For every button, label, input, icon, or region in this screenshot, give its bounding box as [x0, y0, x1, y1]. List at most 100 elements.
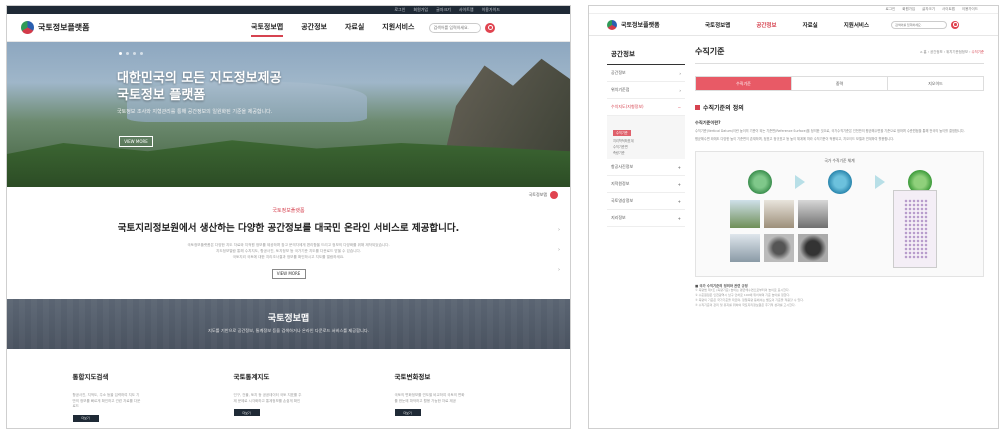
definition-paragraph: 평균해수면 외에도 다양한 높이 기준면이 존재하며, 정표고 정규표고 등 높…: [695, 137, 895, 142]
band-title: 국토정보맵: [267, 314, 310, 324]
plus-icon: +: [677, 215, 681, 221]
service-list: 통합지도검색 항공사진, 지적도, 주소 등을 입력하여 지도 기반의 정보를 …: [7, 349, 570, 422]
sub-page-body: 공간정보 공간정보 › 위치기준점 › 수치지도(지형정보) − 수직기준 지리…: [589, 36, 998, 308]
breadcrumb-current: 수직기준: [971, 50, 984, 54]
side-nav-item[interactable]: 지리정보 +: [607, 210, 685, 227]
search-input[interactable]: [891, 20, 948, 29]
plus-icon: +: [677, 164, 681, 170]
intro-kicker: 국토정보플랫폼: [272, 208, 305, 214]
global-nav: 국토정보플랫폼 국토정보맵 공간정보 자료실 지원서비스: [7, 14, 570, 42]
side-nav-item[interactable]: 국토영상정보 +: [607, 193, 685, 210]
intro-title: 국토지리정보원에서 생산하는 다양한 공간정보를 대국민 온라인 서비스로 제공…: [117, 223, 460, 234]
section-title-text: 수직기준의 정의: [703, 105, 744, 112]
screenshot-canvas: 로그인 회원가입 글자크기 사이트맵 이용가이드 국토정보플랫폼 국토정보맵 공…: [0, 0, 1003, 430]
menu-item-library[interactable]: 자료실: [803, 21, 818, 29]
chevron-right-icon[interactable]: ›: [558, 267, 560, 273]
slider-dot[interactable]: [140, 52, 143, 55]
side-nav-item-label: 공간정보: [611, 70, 626, 75]
note-line: ④ 수직기준의 관리 및 유지를 위하여 국토지리정보원은 주기적 성과를 고시…: [695, 302, 796, 307]
figure-photos: [696, 228, 983, 262]
section-title: 수직기준의 정의: [695, 103, 984, 112]
figure-caption: 국가 수직기준 체계: [824, 157, 855, 163]
utility-bar: 로그인 회원가입 글자크기 사이트맵 이용가이드: [589, 6, 998, 14]
side-nav-item[interactable]: 항공사진정보 +: [607, 159, 685, 176]
hero-banner: 대한민국의 모든 지도정보제공 국토정보 플랫폼 국토정보 조사와 지형관리를 …: [7, 42, 570, 187]
regulation-notes: ■ 국가 수직기준의 정의와 관련 규정 ① 측량법 제7조 (측량기준) 높이…: [695, 283, 984, 308]
util-link[interactable]: 글자크기: [922, 7, 935, 12]
side-nav-item-label: 지적원정보: [611, 181, 630, 186]
side-nav-item-active[interactable]: 수치지도(지형정보) −: [607, 99, 685, 116]
menu-item-spatial-info[interactable]: 공간정보: [301, 19, 327, 37]
benchmark-photo: [798, 233, 828, 262]
menu-item-national-map[interactable]: 국토정보맵: [251, 19, 284, 37]
side-nav-subitem-active[interactable]: 수직기준: [613, 130, 631, 136]
menu-item-support[interactable]: 지원서비스: [382, 19, 414, 37]
breadcrumb-item[interactable]: 홈: [924, 50, 927, 54]
service-card: 통합지도검색 항공사진, 지적도, 주소 등을 입력하여 지도 기반의 정보를 …: [72, 371, 183, 422]
site-logo[interactable]: 국토정보플랫폼: [21, 21, 251, 34]
util-link[interactable]: 로그인: [886, 7, 896, 12]
util-link[interactable]: 사이트맵: [942, 7, 955, 12]
util-link[interactable]: 회원가입: [902, 7, 915, 12]
slider-dot[interactable]: [126, 52, 129, 55]
slider-dot[interactable]: [133, 52, 136, 55]
chevron-right-icon[interactable]: ›: [558, 227, 560, 233]
intro-badge[interactable]: 국토정보맵: [529, 191, 558, 199]
chevron-right-icon[interactable]: ›: [558, 247, 560, 253]
service-title: 통합지도검색: [72, 373, 109, 381]
util-link[interactable]: 이용가이드: [482, 7, 500, 13]
search-icon[interactable]: [484, 22, 495, 33]
util-link[interactable]: 글자크기: [436, 7, 451, 13]
side-nav-item[interactable]: 공간정보 ›: [607, 65, 685, 82]
benchmark-map: [893, 189, 937, 268]
util-link[interactable]: 사이트맵: [459, 7, 474, 13]
definition-paragraph: 수직기준(Vertical Datum)이란 높이의 기준이 되는 기준면(Re…: [695, 129, 965, 133]
service-more-button[interactable]: 더보기: [394, 409, 421, 416]
benchmark-photo: [764, 199, 794, 228]
benchmark-photo: [798, 199, 828, 228]
tab-geoid[interactable]: 지오이드: [888, 77, 983, 90]
search-input[interactable]: [428, 22, 481, 33]
menu-item-library[interactable]: 자료실: [345, 19, 364, 37]
side-nav-item-label: 위치기준점: [611, 87, 630, 92]
home-icon[interactable]: ⌂: [920, 50, 922, 54]
menu-item-support[interactable]: 지원서비스: [844, 21, 869, 29]
search-box: [428, 22, 495, 33]
side-nav-item[interactable]: 지적원정보 +: [607, 176, 685, 193]
tab-vertical-datum[interactable]: 수직기준: [696, 77, 792, 90]
arrow-right-icon: [794, 174, 805, 189]
logo-emblem-icon: [21, 21, 34, 34]
main-menu: 국토정보맵 공간정보 자료실 지원서비스: [705, 21, 869, 29]
home-page-panel: 로그인 회원가입 글자크기 사이트맵 이용가이드 국토정보플랫폼 국토정보맵 공…: [6, 5, 571, 429]
util-link[interactable]: 이용가이드: [962, 7, 978, 12]
slider-dot[interactable]: [119, 52, 122, 55]
content-header: 수직기준 ⌂ 홈 › 공간정보 › 위치기준점정보 › 수직기준: [695, 42, 984, 64]
benchmark-photo: [764, 233, 794, 262]
intro-badge-label: 국토정보맵: [528, 192, 547, 197]
chevron-right-icon: ›: [679, 70, 681, 76]
tab-gravity[interactable]: 중력: [792, 77, 888, 90]
side-nav-subitem[interactable]: 측량기준: [613, 150, 685, 156]
main-content: 수직기준 ⌂ 홈 › 공간정보 › 위치기준점정보 › 수직기준 수직기준 중력…: [695, 42, 984, 308]
service-more-button[interactable]: 더보기: [233, 409, 260, 416]
plus-icon: +: [677, 198, 681, 204]
service-more-button[interactable]: 더보기: [72, 414, 99, 422]
breadcrumb-item[interactable]: 공간정보: [930, 50, 942, 54]
hero-subtitle: 국토정보 조사와 지형관리를 통해 공간정보의 일원화된 기준을 제공합니다.: [117, 109, 273, 115]
util-link[interactable]: 로그인: [394, 7, 405, 13]
side-nav-item[interactable]: 위치기준점 ›: [607, 82, 685, 99]
plus-icon: +: [677, 181, 681, 187]
national-map-band: 국토정보맵 지도를 기반으로 공간정보, 통계정보 등을 검색하거나 온라인 다…: [7, 299, 570, 349]
breadcrumb-item[interactable]: 위치기준점정보: [946, 50, 968, 54]
util-link[interactable]: 회원가입: [413, 7, 428, 13]
site-logo[interactable]: 국토정보플랫폼: [607, 19, 705, 30]
service-description: 항공사진, 지적도, 주소 등을 입력하여 지도 기반의 정보를 빠르게 확인하…: [72, 393, 141, 408]
search-icon[interactable]: [951, 20, 960, 29]
hero-view-more-button[interactable]: VIEW MORE: [119, 136, 153, 147]
menu-item-spatial-info[interactable]: 공간정보: [756, 21, 776, 29]
hero-title-line: 대한민국의 모든 지도정보제공: [117, 71, 282, 86]
page-title: 수직기준: [695, 47, 725, 56]
menu-item-national-map[interactable]: 국토정보맵: [705, 21, 730, 29]
intro-view-more-button[interactable]: VIEW MORE: [271, 269, 306, 279]
square-bullet-icon: [695, 105, 700, 110]
